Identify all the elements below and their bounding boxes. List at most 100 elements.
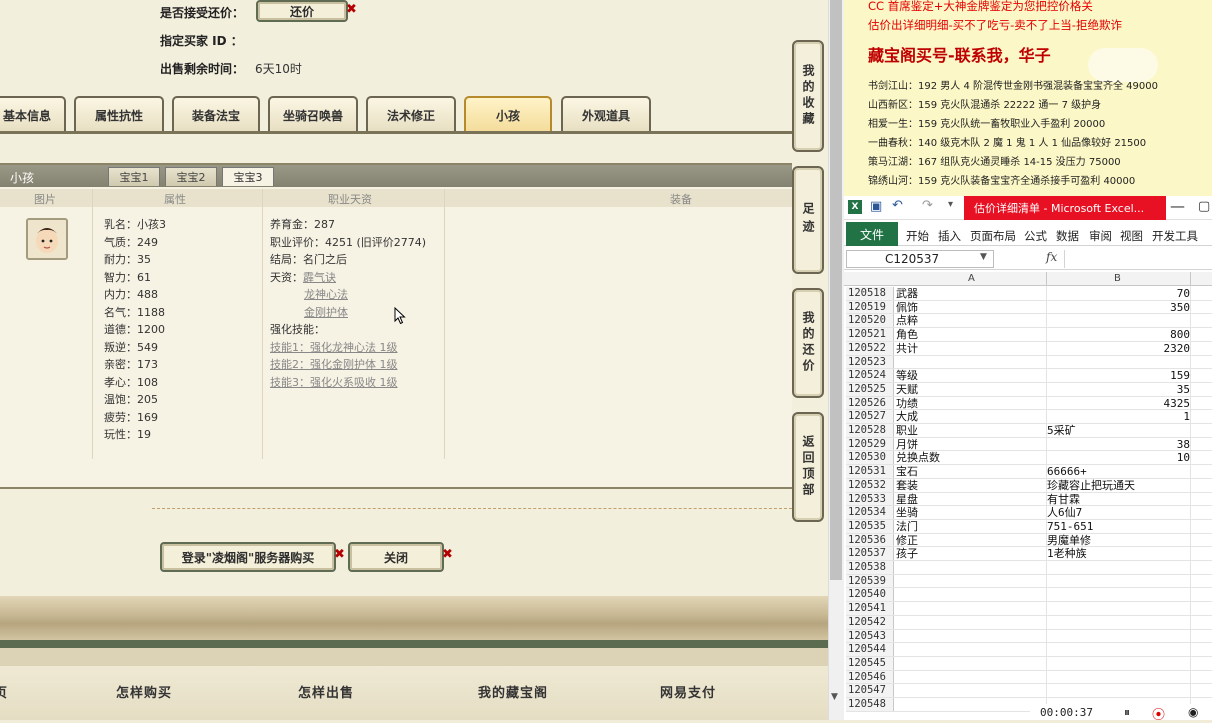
cell-b[interactable] <box>1047 657 1190 671</box>
cell-b[interactable] <box>1047 671 1190 685</box>
ribbon-tab-review[interactable]: 审阅 <box>1089 228 1112 244</box>
cell-b[interactable]: 350 <box>1047 301 1190 315</box>
subtab-baby1[interactable]: 宝宝1 <box>108 167 160 186</box>
footer-link-how-to-buy[interactable]: 怎样购买 <box>116 682 172 701</box>
row-header[interactable]: 120542 <box>846 615 894 630</box>
cell-a[interactable]: 共计 <box>896 342 918 356</box>
cell-b[interactable]: 38 <box>1047 438 1190 452</box>
cell-b[interactable]: 4325 <box>1047 397 1191 411</box>
tab-attributes[interactable]: 属性抗性 <box>74 96 164 132</box>
footer-link-how-to-sell[interactable]: 怎样出售 <box>298 682 354 701</box>
cell-a[interactable]: 职业 <box>896 424 918 438</box>
cell-b[interactable] <box>1047 314 1190 328</box>
ribbon-tab-developer[interactable]: 开发工具 <box>1152 228 1198 244</box>
cell-b[interactable]: 1老种族 <box>1047 547 1190 561</box>
cell-a[interactable]: 宝石 <box>896 465 918 479</box>
row-header[interactable]: 120519 <box>846 300 894 315</box>
cell-a[interactable]: 角色 <box>896 328 918 342</box>
cell-a[interactable]: 等级 <box>896 369 918 383</box>
cell-b[interactable] <box>1047 356 1190 370</box>
skill-link[interactable]: 技能3：强化火系吸收 1级 <box>270 376 398 389</box>
row-header[interactable]: 120544 <box>846 643 894 657</box>
cell-b[interactable]: 有甘霖 <box>1047 493 1190 507</box>
cell-b[interactable] <box>1047 643 1190 657</box>
cell-b[interactable]: 159 <box>1047 369 1190 383</box>
cell-b[interactable]: 2320 <box>1047 342 1191 356</box>
row-header[interactable]: 120536 <box>846 533 894 548</box>
row-header[interactable]: 120546 <box>846 670 894 685</box>
counter-offer-button[interactable]: 还价 <box>256 0 348 22</box>
cell-b[interactable] <box>1047 630 1190 644</box>
pause-icon[interactable]: ⏸ <box>1124 705 1130 720</box>
row-header[interactable]: 120521 <box>846 328 894 342</box>
row-header[interactable]: 120541 <box>846 602 894 616</box>
cell-a[interactable]: 套装 <box>896 479 918 493</box>
row-header[interactable]: 120524 <box>846 369 894 383</box>
cell-b[interactable] <box>1047 616 1190 630</box>
row-header[interactable]: 120529 <box>846 437 894 452</box>
side-my-favorites-button[interactable]: 我的收藏 <box>792 40 824 152</box>
cell-b[interactable]: 男魔单修 <box>1047 534 1190 548</box>
footer-link-home[interactable]: 首页 <box>0 682 8 701</box>
cell-a[interactable]: 法门 <box>896 520 918 534</box>
ribbon-tab-insert[interactable]: 插入 <box>938 228 961 244</box>
row-header[interactable]: 120531 <box>846 465 894 479</box>
row-header[interactable]: 120548 <box>846 698 894 712</box>
cell-b[interactable]: 66666+ <box>1047 465 1190 479</box>
row-header[interactable]: 120528 <box>846 424 894 438</box>
side-footprint-button[interactable]: 足迹 <box>792 166 824 274</box>
save-icon[interactable]: ▣ <box>870 199 882 214</box>
ribbon-tab-formulas[interactable]: 公式 <box>1024 228 1047 244</box>
ribbon-tab-data[interactable]: 数据 <box>1056 228 1079 244</box>
camera-icon[interactable]: ◉ <box>1188 705 1198 719</box>
cell-b[interactable]: 70 <box>1047 287 1190 301</box>
cell-a[interactable]: 大成 <box>896 410 918 424</box>
row-header[interactable]: 120532 <box>846 478 894 493</box>
cell-b[interactable]: 5采矿 <box>1047 424 1190 438</box>
row-header[interactable]: 120540 <box>846 588 894 603</box>
cell-a[interactable]: 点粹 <box>896 314 918 328</box>
cell-a[interactable]: 坐骑 <box>896 506 918 520</box>
minimize-icon[interactable]: — <box>1170 197 1185 215</box>
row-header[interactable]: 120535 <box>846 519 894 534</box>
cell-a[interactable]: 佩饰 <box>896 301 918 315</box>
row-header[interactable]: 120530 <box>846 451 894 466</box>
row-header[interactable]: 120543 <box>846 629 894 644</box>
gift-link[interactable]: 金刚护体 <box>304 306 348 319</box>
cell-a[interactable]: 武器 <box>896 287 918 301</box>
cell-b[interactable] <box>1047 602 1190 616</box>
redo-icon[interactable]: ↷ <box>922 198 933 213</box>
cell-a[interactable]: 天赋 <box>896 383 918 397</box>
row-header[interactable]: 120538 <box>846 561 894 575</box>
cell-b[interactable] <box>1047 684 1190 698</box>
cell-a[interactable]: 月饼 <box>896 438 918 452</box>
scrollbar-thumb[interactable] <box>830 0 842 580</box>
row-header[interactable]: 120539 <box>846 574 894 589</box>
skill-link[interactable]: 技能2：强化金刚护体 1级 <box>270 358 398 371</box>
footer-link-my-treasury[interactable]: 我的藏宝阁 <box>478 682 548 701</box>
cell-a[interactable]: 星盘 <box>896 493 918 507</box>
col-header-a[interactable]: A <box>968 273 975 284</box>
undo-icon[interactable]: ↶ <box>892 198 903 213</box>
row-header[interactable]: 120527 <box>846 410 894 424</box>
skill-link[interactable]: 技能1：强化龙神心法 1级 <box>270 341 398 354</box>
tab-appearance[interactable]: 外观道具 <box>561 96 651 132</box>
cell-b[interactable]: 10 <box>1047 451 1190 465</box>
ribbon-tab-view[interactable]: 视图 <box>1120 228 1143 244</box>
cell-a[interactable]: 孩子 <box>896 547 918 561</box>
row-header[interactable]: 120526 <box>846 396 894 411</box>
row-header[interactable]: 120525 <box>846 382 894 397</box>
cell-b[interactable]: 751-651 <box>1047 520 1190 534</box>
row-header[interactable]: 120537 <box>846 547 894 561</box>
cell-a[interactable]: 兑换点数 <box>896 451 940 465</box>
ribbon-tab-page-layout[interactable]: 页面布局 <box>970 228 1016 244</box>
col-header-b[interactable]: B <box>1114 273 1121 284</box>
login-buy-button[interactable]: 登录"凌烟阁"服务器购买 <box>160 542 336 572</box>
tab-equipment[interactable]: 装备法宝 <box>172 96 260 132</box>
row-header[interactable]: 120518 <box>846 287 894 301</box>
function-icon[interactable]: fx <box>1046 250 1057 264</box>
restore-icon[interactable]: ▢ <box>1198 199 1210 214</box>
row-header[interactable]: 120520 <box>846 314 894 329</box>
cell-b[interactable] <box>1047 588 1190 602</box>
tab-basic-info[interactable]: 基本信息 <box>0 96 66 132</box>
